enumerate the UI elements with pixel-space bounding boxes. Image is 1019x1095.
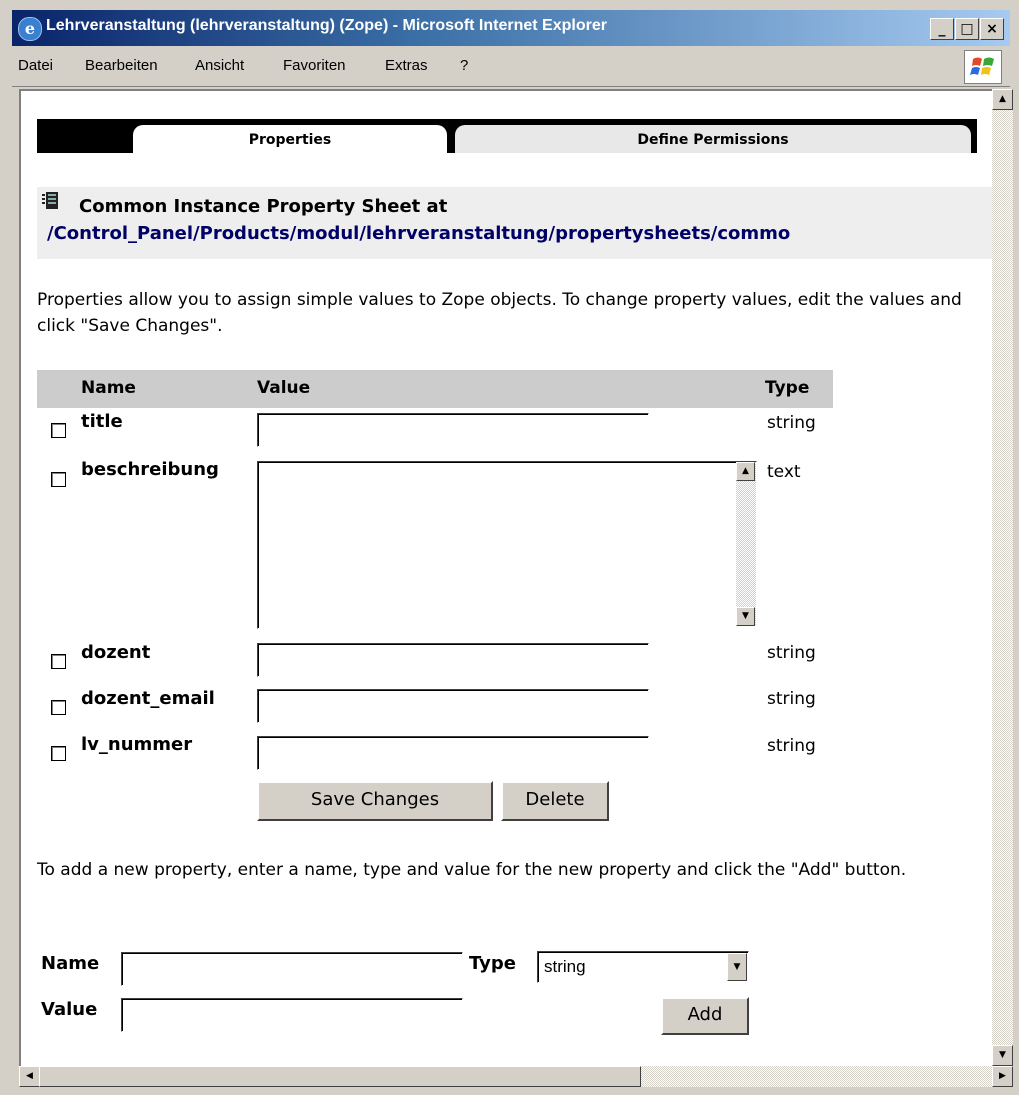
- property-name: dozent_email: [81, 688, 215, 709]
- header-value: Value: [257, 378, 311, 398]
- add-name-input[interactable]: [121, 952, 463, 986]
- window-controls: _ □ ×: [929, 18, 1004, 40]
- add-button[interactable]: Add: [661, 997, 749, 1035]
- menu-ansicht[interactable]: Ansicht: [195, 57, 244, 74]
- add-type-label: Type: [469, 953, 516, 974]
- save-changes-button[interactable]: Save Changes: [257, 781, 493, 821]
- add-type-select[interactable]: string ▼: [537, 951, 749, 983]
- table-header: Name Value Type: [37, 370, 833, 408]
- property-type: string: [767, 736, 816, 756]
- intro-text: Properties allow you to assign simple va…: [37, 290, 962, 336]
- sheet-title: Common Instance Property Sheet at: [79, 196, 448, 217]
- value-input-dozent-email[interactable]: [257, 689, 649, 723]
- path-separator: /: [47, 223, 54, 244]
- breadcrumb-products[interactable]: Products: [200, 223, 290, 244]
- window-title: Lehrveranstaltung (lehrveranstaltung) (Z…: [46, 17, 607, 34]
- chevron-down-icon[interactable]: ▼: [727, 953, 747, 981]
- property-type: string: [767, 689, 816, 709]
- scroll-up-icon[interactable]: ▲: [736, 462, 755, 481]
- header-name: Name: [81, 378, 136, 398]
- scroll-left-icon[interactable]: ◀: [19, 1066, 40, 1087]
- scroll-down-icon[interactable]: ▼: [992, 1045, 1013, 1066]
- maximize-button[interactable]: □: [955, 18, 979, 40]
- property-name: dozent: [81, 642, 151, 663]
- select-checkbox-title[interactable]: [51, 423, 66, 438]
- value-input-lv-nummer[interactable]: [257, 736, 649, 770]
- menu-bar: Datei Bearbeiten Ansicht Favoriten Extra…: [12, 46, 1010, 87]
- breadcrumb: /Control_Panel/Products/modul/lehrverans…: [47, 223, 790, 244]
- tab-bar: Properties Define Permissions: [37, 119, 977, 153]
- breadcrumb-modul[interactable]: modul: [296, 223, 359, 244]
- header-type: Type: [765, 378, 810, 398]
- value-textarea-beschreibung[interactable]: ▲ ▼: [257, 461, 757, 629]
- property-type: text: [767, 462, 801, 482]
- menu-favoriten[interactable]: Favoriten: [283, 57, 346, 74]
- menu-extras[interactable]: Extras: [385, 57, 428, 74]
- scroll-up-icon[interactable]: ▲: [992, 89, 1013, 110]
- property-name: title: [81, 411, 123, 432]
- path-separator: /: [193, 223, 200, 244]
- menu-datei[interactable]: Datei: [18, 57, 53, 74]
- title-bar: e Lehrveranstaltung (lehrveranstaltung) …: [12, 10, 1010, 46]
- add-value-label: Value: [41, 999, 98, 1020]
- ie-icon: e: [18, 17, 42, 41]
- horizontal-scrollbar[interactable]: ◀ ▶: [19, 1066, 1013, 1087]
- windows-logo-icon: [964, 50, 1002, 84]
- select-checkbox-beschreibung[interactable]: [51, 472, 66, 487]
- property-type: string: [767, 643, 816, 663]
- add-type-selected: string: [544, 957, 586, 976]
- property-name: beschreibung: [81, 459, 219, 480]
- minimize-button[interactable]: _: [930, 18, 954, 40]
- close-button[interactable]: ×: [980, 18, 1004, 40]
- value-input-title[interactable]: [257, 413, 649, 447]
- vertical-scrollbar[interactable]: ▲ ▼: [992, 89, 1013, 1066]
- propertysheet-icon: [42, 192, 58, 209]
- menu-help[interactable]: ?: [460, 57, 468, 74]
- browser-window: e Lehrveranstaltung (lehrveranstaltung) …: [0, 0, 1019, 1095]
- add-name-label: Name: [41, 953, 100, 974]
- add-value-input[interactable]: [121, 998, 463, 1032]
- select-checkbox-dozent[interactable]: [51, 654, 66, 669]
- breadcrumb-propertysheets[interactable]: propertysheets: [555, 223, 711, 244]
- sheet-header: Common Instance Property Sheet at /Contr…: [37, 187, 994, 259]
- select-checkbox-dozent-email[interactable]: [51, 700, 66, 715]
- tab-define-permissions[interactable]: Define Permissions: [455, 125, 971, 153]
- scroll-down-icon[interactable]: ▼: [736, 607, 755, 626]
- breadcrumb-lehrveranstaltung[interactable]: lehrveranstaltung: [366, 223, 549, 244]
- horizontal-scroll-thumb[interactable]: [39, 1066, 641, 1087]
- textarea-scrollbar[interactable]: ▲ ▼: [736, 462, 756, 626]
- property-name: lv_nummer: [81, 734, 193, 755]
- delete-button[interactable]: Delete: [501, 781, 609, 821]
- breadcrumb-common[interactable]: commo: [717, 223, 790, 244]
- page-viewport: Properties Define Permissions Common Ins…: [19, 89, 994, 1066]
- menu-bearbeiten[interactable]: Bearbeiten: [85, 57, 158, 74]
- select-checkbox-lv-nummer[interactable]: [51, 746, 66, 761]
- path-separator: /: [359, 223, 366, 244]
- breadcrumb-control-panel[interactable]: Control_Panel: [54, 223, 193, 244]
- property-type: string: [767, 413, 816, 433]
- scroll-right-icon[interactable]: ▶: [992, 1066, 1013, 1087]
- add-intro-text: To add a new property, enter a name, typ…: [37, 860, 907, 880]
- tab-properties[interactable]: Properties: [133, 125, 447, 153]
- value-input-dozent[interactable]: [257, 643, 649, 677]
